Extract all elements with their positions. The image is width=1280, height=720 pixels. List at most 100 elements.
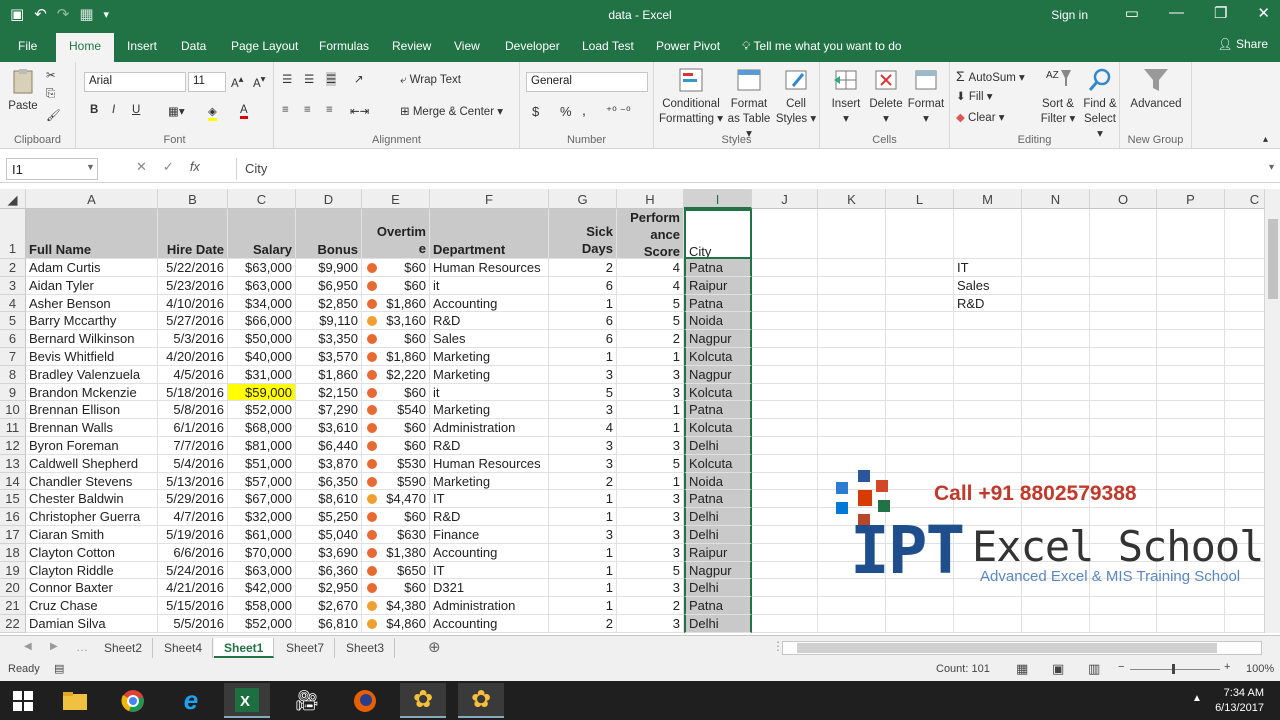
empty-cell[interactable]	[752, 597, 818, 615]
empty-cell[interactable]	[818, 597, 886, 615]
empty-cell[interactable]	[1090, 615, 1157, 633]
column-header-m[interactable]: M	[954, 189, 1022, 209]
cell-salary[interactable]: $42,000	[228, 579, 296, 598]
cut-icon[interactable]: ✂	[46, 68, 56, 82]
cell-city[interactable]: Delhi	[684, 526, 752, 544]
cell-sick-days[interactable]: 1	[549, 597, 617, 615]
tab-load-test[interactable]: Load Test	[582, 39, 634, 53]
cell-department[interactable]: Accounting	[430, 294, 549, 313]
empty-cell[interactable]	[1157, 383, 1225, 402]
cell-full-name[interactable]: Asher Benson	[26, 294, 158, 313]
cell-list-item[interactable]: Sales	[954, 276, 1022, 295]
cell-department[interactable]: R&D	[430, 437, 549, 455]
empty-cell[interactable]	[752, 383, 818, 402]
cell-sick-days[interactable]: 1	[549, 490, 617, 509]
cell-department[interactable]: Marketing	[430, 365, 549, 384]
empty-cell[interactable]	[1022, 348, 1090, 366]
cell-bonus[interactable]: $8,610	[296, 490, 362, 509]
cell-performance[interactable]: 1	[617, 419, 684, 437]
empty-cell[interactable]	[954, 209, 1022, 259]
close-icon[interactable]: ✕	[1257, 4, 1270, 22]
empty-cell[interactable]	[886, 330, 954, 348]
cell-department[interactable]: Sales	[430, 330, 549, 348]
cell-full-name[interactable]: Christopher Guerra	[26, 508, 158, 526]
cell-bonus[interactable]: $3,690	[296, 543, 362, 562]
file-explorer-taskbar[interactable]	[52, 683, 98, 718]
empty-cell[interactable]	[1090, 259, 1157, 277]
merge-center-button[interactable]: ⊞ Merge & Center ▾	[400, 104, 503, 118]
empty-cell[interactable]	[1022, 437, 1090, 455]
cell-salary[interactable]: $70,000	[228, 543, 296, 562]
column-header-a[interactable]: A	[26, 189, 158, 209]
cell-overtime[interactable]: $60	[362, 508, 430, 526]
cell-hire-date[interactable]: 5/22/2016	[158, 259, 228, 277]
cell-bonus[interactable]: $6,440	[296, 437, 362, 455]
horizontal-scrollbar[interactable]	[782, 641, 1262, 655]
italic-button[interactable]: I	[112, 104, 115, 116]
empty-cell[interactable]	[1157, 330, 1225, 348]
cell-sick-days[interactable]: 1	[549, 508, 617, 526]
empty-cell[interactable]	[1022, 276, 1090, 295]
middle-align-icon[interactable]: ☰	[304, 72, 314, 86]
empty-cell[interactable]	[818, 348, 886, 366]
cell-full-name[interactable]: Adam Curtis	[26, 259, 158, 277]
cell-performance[interactable]: 2	[617, 597, 684, 615]
font-size-select[interactable]: 11	[188, 72, 226, 92]
cell-hire-date[interactable]: 5/19/2016	[158, 526, 228, 544]
column-header-o[interactable]: O	[1090, 189, 1157, 209]
empty-cell[interactable]	[954, 330, 1022, 348]
cell-overtime[interactable]: $540	[362, 401, 430, 420]
cell-hire-date[interactable]: 5/5/2016	[158, 615, 228, 633]
page-break-view-icon[interactable]: ▥	[1088, 661, 1100, 677]
zoom-slider[interactable]	[1130, 669, 1220, 670]
cell-performance[interactable]: 3	[617, 508, 684, 526]
zoom-level[interactable]: 100%	[1246, 663, 1274, 675]
percent-button[interactable]: %	[560, 104, 572, 119]
cell-sick-days[interactable]: 6	[549, 276, 617, 295]
cell-sick-days[interactable]: 3	[549, 526, 617, 544]
cell-overtime[interactable]: $60	[362, 330, 430, 348]
cell-sick-days[interactable]: 3	[549, 365, 617, 384]
header-city[interactable]: City	[684, 209, 752, 259]
cell-department[interactable]: R&D	[430, 508, 549, 526]
row-header[interactable]: 9	[0, 383, 26, 402]
empty-cell[interactable]	[886, 615, 954, 633]
cell-sick-days[interactable]: 1	[549, 543, 617, 562]
name-box[interactable]: I1	[6, 158, 98, 180]
app-taskbar-1[interactable]: ✿	[400, 683, 446, 718]
empty-cell[interactable]	[752, 543, 818, 562]
row-header[interactable]: 12	[0, 437, 26, 455]
cell-performance[interactable]: 3	[617, 579, 684, 598]
empty-cell[interactable]	[1090, 437, 1157, 455]
cell-full-name[interactable]: Damian Silva	[26, 615, 158, 633]
empty-cell[interactable]	[818, 312, 886, 331]
tab-home[interactable]: Home	[56, 33, 115, 62]
align-left-icon[interactable]: ≡	[282, 104, 289, 116]
cell-overtime[interactable]: $530	[362, 454, 430, 473]
cell-overtime[interactable]: $60	[362, 437, 430, 455]
empty-cell[interactable]	[1090, 401, 1157, 420]
empty-cell[interactable]	[1225, 312, 1264, 331]
column-header-d[interactable]: D	[296, 189, 362, 209]
cell-department[interactable]: Administration	[430, 597, 549, 615]
select-all-corner[interactable]: ◢	[0, 189, 26, 209]
cell-full-name[interactable]: Clayton Cotton	[26, 543, 158, 562]
cell-performance[interactable]: 2	[617, 330, 684, 348]
empty-cell[interactable]	[1022, 209, 1090, 259]
cell-salary[interactable]: $59,000	[228, 383, 296, 402]
fill-color-icon[interactable]: ◈	[208, 104, 217, 121]
bottom-align-icon[interactable]: ☰	[326, 72, 337, 86]
row-header[interactable]: 19	[0, 561, 26, 580]
cell-sick-days[interactable]: 3	[549, 454, 617, 473]
cell-salary[interactable]: $57,000	[228, 472, 296, 491]
decimal-icons[interactable]: ⁺⁰ ⁻⁰	[606, 104, 631, 118]
format-painter-icon[interactable]: 🖌︎	[46, 108, 61, 122]
empty-cell[interactable]	[752, 348, 818, 366]
cell-bonus[interactable]: $3,350	[296, 330, 362, 348]
cell-salary[interactable]: $63,000	[228, 276, 296, 295]
empty-cell[interactable]	[1225, 330, 1264, 348]
insert-cells-button[interactable]: Insert ▾	[826, 66, 866, 127]
empty-cell[interactable]	[1157, 615, 1225, 633]
empty-cell[interactable]	[818, 419, 886, 437]
row-header[interactable]: 5	[0, 312, 26, 331]
